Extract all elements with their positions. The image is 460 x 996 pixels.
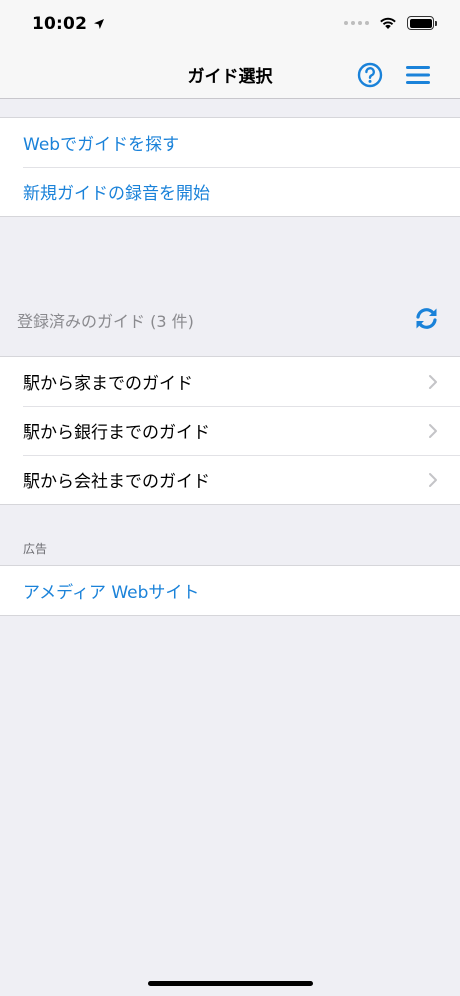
find-guide-on-web-label: Webでガイドを探す (23, 135, 180, 155)
ads-section-header: 広告 (23, 542, 48, 556)
page-title: ガイド選択 (187, 67, 273, 87)
start-new-recording-button[interactable]: 新規ガイドの録音を開始 (0, 167, 460, 216)
chevron-right-icon (429, 375, 437, 389)
guide-list-item[interactable]: 駅から会社までのガイド (0, 455, 460, 504)
location-arrow-icon (94, 19, 105, 29)
ads-section: アメディア Webサイト (0, 565, 460, 616)
find-guide-on-web-button[interactable]: Webでガイドを探す (0, 118, 460, 167)
guide-item-label: 駅から銀行までのガイド (23, 423, 210, 443)
guide-list-item[interactable]: 駅から家までのガイド (0, 357, 460, 406)
battery-icon (407, 16, 437, 30)
question-circle-icon[interactable] (357, 62, 383, 88)
refresh-icon[interactable] (414, 306, 439, 331)
registered-guides-title: 登録済みのガイド (3 件) (17, 312, 194, 331)
chevron-right-icon (429, 424, 437, 438)
navigation-bar: ガイド選択 (0, 50, 460, 99)
guide-item-label: 駅から家までのガイド (23, 374, 193, 394)
cellular-signal-icon (344, 21, 369, 25)
guide-item-label: 駅から会社までのガイド (23, 472, 210, 492)
status-bar: 10:02 (0, 0, 460, 50)
home-indicator (148, 981, 313, 986)
amedia-website-label: アメディア Webサイト (23, 583, 200, 603)
actions-section: Webでガイドを探す 新規ガイドの録音を開始 (0, 117, 460, 217)
amedia-website-link[interactable]: アメディア Webサイト (0, 566, 460, 615)
registered-guides-header: 登録済みのガイド (3 件) (0, 300, 460, 340)
start-new-recording-label: 新規ガイドの録音を開始 (23, 184, 210, 204)
guide-list-item[interactable]: 駅から銀行までのガイド (0, 406, 460, 455)
status-time-text: 10:02 (32, 14, 88, 34)
chevron-right-icon (429, 473, 437, 487)
status-time: 10:02 (32, 14, 105, 34)
status-icons (344, 16, 437, 30)
hamburger-menu-icon[interactable] (405, 64, 431, 86)
registered-guides-list: 駅から家までのガイド 駅から銀行までのガイド 駅から会社までのガイド (0, 356, 460, 505)
wifi-icon (380, 17, 396, 29)
